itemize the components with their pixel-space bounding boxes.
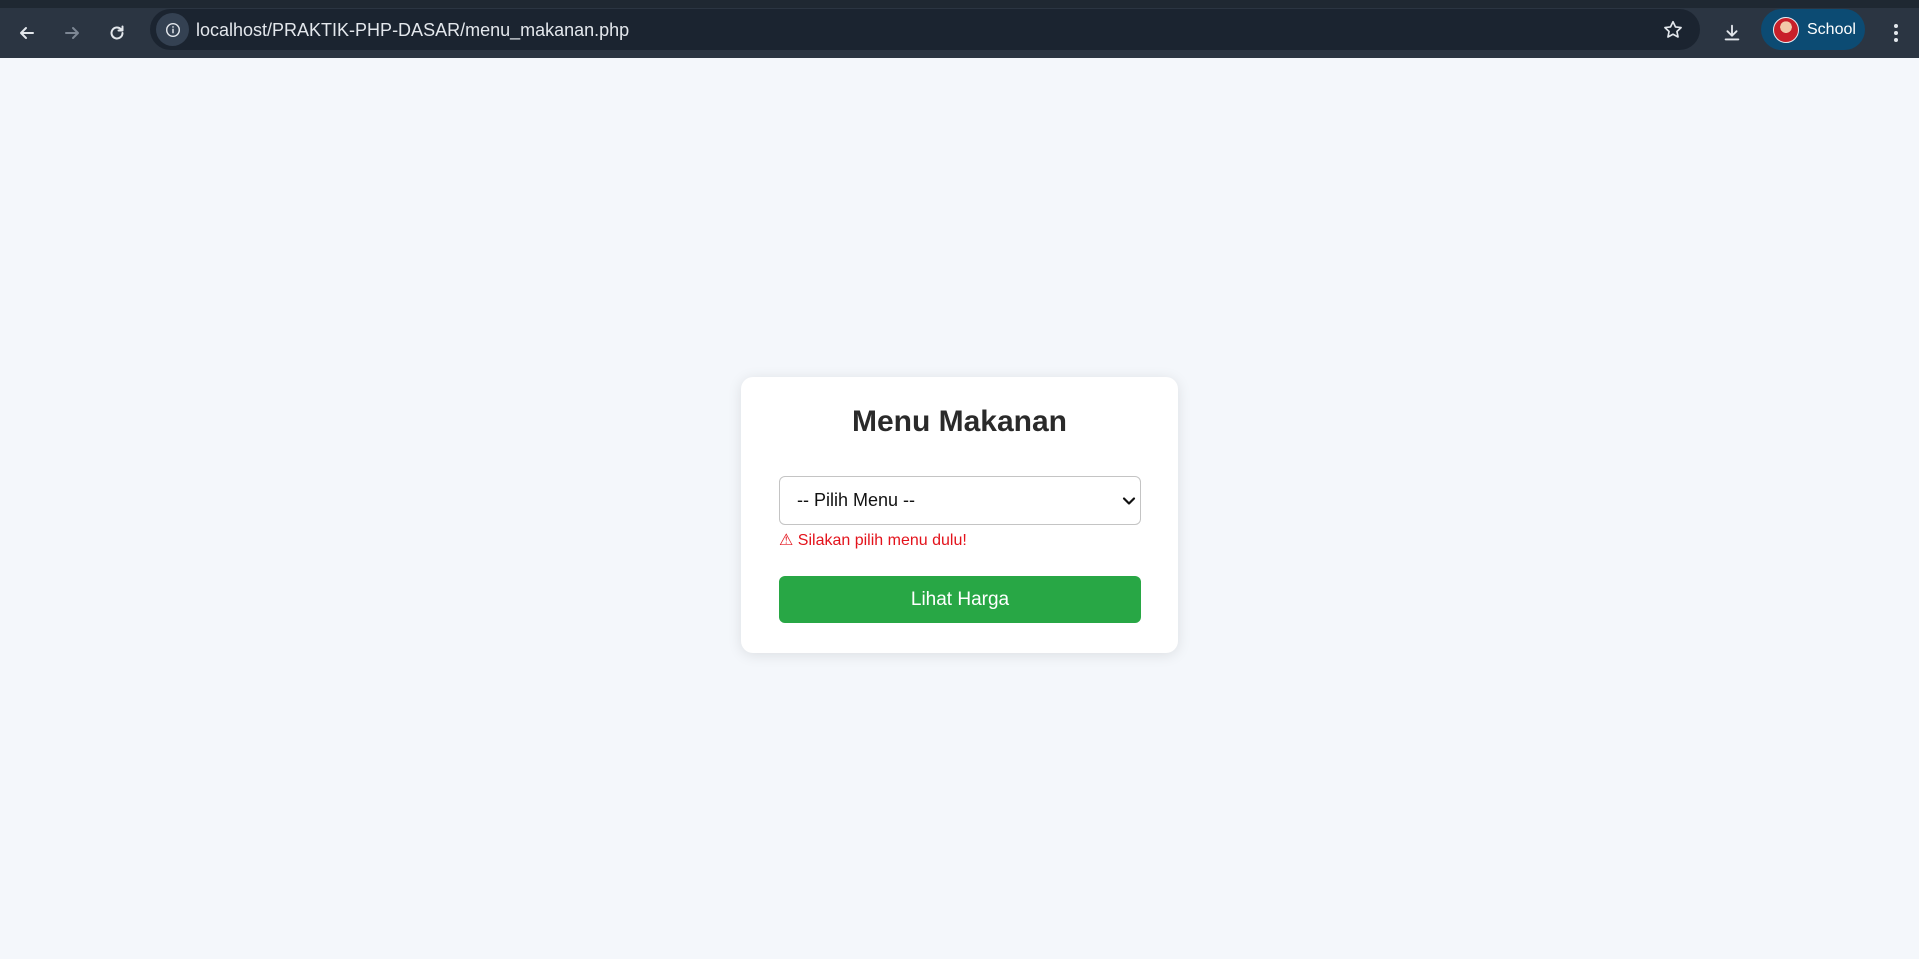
address-bar[interactable]: localhost/PRAKTIK-PHP-DASAR/menu_makanan… xyxy=(150,9,1700,50)
url-text[interactable]: localhost/PRAKTIK-PHP-DASAR/menu_makanan… xyxy=(196,20,629,41)
kebab-menu-icon xyxy=(1894,24,1898,42)
lihat-harga-button[interactable]: Lihat Harga xyxy=(779,576,1141,623)
downloads-button[interactable] xyxy=(1715,16,1749,50)
chevron-down-icon xyxy=(1122,497,1136,505)
forward-arrow-icon xyxy=(65,27,79,39)
avatar xyxy=(1773,16,1799,43)
download-icon xyxy=(1724,24,1740,41)
reload-icon xyxy=(110,25,124,40)
error-text: Silakan pilih menu dulu! xyxy=(797,532,967,549)
browser-toolbar: localhost/PRAKTIK-PHP-DASAR/menu_makanan… xyxy=(0,0,1919,58)
site-info-icon[interactable] xyxy=(156,13,189,46)
back-arrow-icon xyxy=(20,27,34,39)
profile-label: School xyxy=(1807,20,1856,38)
menu-card: Menu Makanan -- Pilih Menu -- ⚠ Silakan … xyxy=(741,377,1178,653)
forward-button[interactable] xyxy=(55,16,89,50)
profile-button[interactable]: School xyxy=(1761,9,1865,50)
error-message: ⚠ Silakan pilih menu dulu! xyxy=(779,530,967,550)
browser-menu-button[interactable] xyxy=(1881,16,1911,50)
page-content: Menu Makanan -- Pilih Menu -- ⚠ Silakan … xyxy=(0,58,1919,959)
warning-icon: ⚠ xyxy=(779,532,794,549)
page-title: Menu Makanan xyxy=(851,405,1068,438)
back-button[interactable] xyxy=(10,16,44,50)
reload-button[interactable] xyxy=(100,16,134,50)
bookmark-star-icon[interactable] xyxy=(1662,19,1684,41)
menu-select-value: -- Pilih Menu -- xyxy=(797,490,916,510)
menu-select[interactable]: -- Pilih Menu -- xyxy=(779,476,1141,525)
